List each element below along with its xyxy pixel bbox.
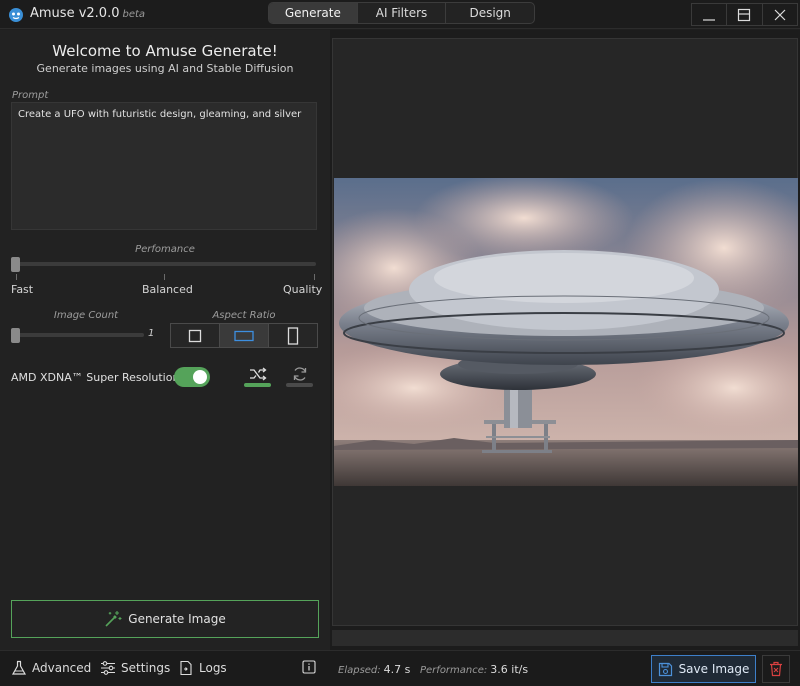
amuse-logo-icon [9, 8, 23, 22]
save-image-label: Save Image [678, 662, 750, 676]
advanced-button[interactable]: Advanced [11, 660, 91, 676]
magic-wand-icon [105, 611, 122, 627]
elapsed-label: Elapsed: [338, 665, 381, 676]
info-icon [302, 660, 316, 674]
tab-generate[interactable]: Generate [269, 3, 357, 23]
delete-image-button[interactable] [762, 655, 790, 683]
minimize-button[interactable] [692, 4, 726, 25]
generate-image-button[interactable]: Generate Image [11, 600, 319, 638]
performance-option-fast[interactable]: Fast [11, 283, 33, 296]
reuse-seed-indicator [286, 383, 313, 387]
save-icon [658, 662, 672, 676]
performance-slider-track[interactable] [12, 262, 316, 266]
close-button[interactable] [761, 4, 797, 25]
minimize-icon [703, 18, 716, 21]
image-count-slider-thumb[interactable] [11, 328, 20, 343]
maximize-button[interactable] [726, 4, 761, 25]
portrait-icon [287, 326, 299, 345]
prompt-input[interactable]: Create a UFO with futuristic design, gle… [11, 102, 317, 230]
performance-option-quality[interactable]: Quality [283, 283, 322, 296]
logs-icon [180, 660, 192, 676]
settings-label: Settings [121, 661, 171, 675]
performance-stat-label: Performance: [420, 665, 488, 676]
image-count-slider-track[interactable] [12, 333, 144, 337]
image-count-label: Image Count [53, 310, 119, 321]
logs-label: Logs [199, 661, 227, 675]
aspect-landscape-button[interactable] [219, 324, 268, 347]
generated-image[interactable] [334, 178, 798, 486]
output-panel [330, 30, 800, 650]
performance-slider-thumb[interactable] [11, 257, 20, 272]
save-image-button[interactable]: Save Image [651, 655, 756, 683]
performance-tick-quality [314, 274, 315, 280]
performance-tick-fast [16, 274, 17, 280]
landscape-icon [234, 330, 254, 341]
toggle-knob [193, 370, 207, 384]
welcome-title: Welcome to Amuse Generate! [52, 42, 278, 60]
advanced-label: Advanced [32, 661, 92, 675]
image-viewer [332, 38, 798, 626]
window-controls [691, 3, 798, 26]
image-count-value: 1 [148, 328, 155, 339]
super-resolution-label: AMD XDNA™ Super Resolution [11, 371, 180, 384]
prompt-label: Prompt [12, 90, 49, 101]
beta-badge: beta [122, 9, 146, 20]
shuffle-icon [250, 367, 267, 381]
logs-button[interactable]: Logs [178, 660, 227, 676]
aspect-portrait-button[interactable] [268, 324, 317, 347]
app-name: Amuse v2.0.0 [30, 6, 120, 21]
flask-icon [11, 660, 27, 675]
performance-stat: Performance: 3.6 it/s [420, 663, 528, 676]
performance-stat-value: 3.6 it/s [490, 663, 529, 676]
title-bar: Amuse v2.0.0 beta Generate AI Filters Des… [0, 0, 800, 29]
trash-icon [770, 661, 782, 677]
square-icon [188, 329, 202, 342]
generate-settings-panel: Welcome to Amuse Generate! Generate imag… [0, 30, 330, 650]
super-resolution-toggle[interactable] [174, 367, 210, 387]
sliders-icon [101, 661, 115, 675]
aspect-ratio-label: Aspect Ratio [212, 310, 276, 321]
settings-button[interactable]: Settings [100, 660, 170, 676]
refresh-icon [293, 367, 307, 381]
performance-option-balanced[interactable]: Balanced [142, 283, 193, 296]
tab-ai-filters[interactable]: AI Filters [356, 3, 446, 23]
aspect-ratio-group [170, 323, 318, 348]
footer-bar: Advanced Settings Logs Elapsed: 4.7 s Per… [0, 650, 800, 686]
elapsed-value: 4.7 s [383, 663, 411, 676]
performance-label: Perfomance [135, 244, 195, 255]
mode-tabs: Generate AI Filters Design [268, 2, 535, 24]
welcome-subtitle: Generate images using AI and Stable Diff… [36, 62, 294, 75]
close-icon [774, 9, 786, 20]
image-scrollbar[interactable] [332, 630, 798, 646]
generate-image-label: Generate Image [128, 612, 226, 626]
random-seed-indicator [244, 383, 271, 387]
info-button[interactable] [302, 660, 316, 674]
elapsed-stat: Elapsed: 4.7 s [338, 663, 410, 676]
tab-design[interactable]: Design [445, 3, 534, 23]
app-title: Amuse v2.0.0 beta [30, 6, 145, 21]
performance-tick-balanced [164, 274, 165, 280]
maximize-icon [738, 8, 751, 21]
aspect-square-button[interactable] [171, 324, 219, 347]
